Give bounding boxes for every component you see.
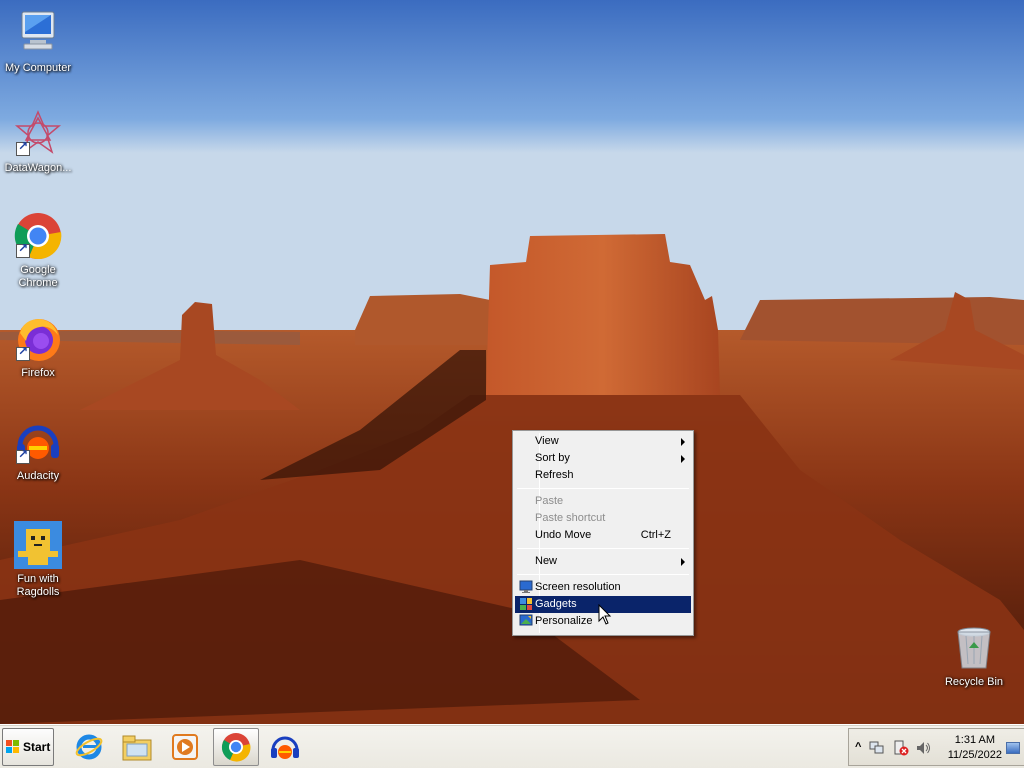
personalize-icon <box>519 614 533 626</box>
menu-item-new[interactable]: New <box>515 553 691 570</box>
shortcut-arrow-icon <box>16 140 30 156</box>
recycle-bin-icon <box>950 624 998 672</box>
desktop-icon-label: My Computer <box>4 62 72 74</box>
ragdolls-icon <box>14 521 62 569</box>
chrome-icon <box>221 733 251 762</box>
desktop-icon-recycle-bin[interactable]: Recycle Bin <box>936 624 1012 689</box>
taskbar: Start ^ 1:31 AM 11/25/2022 <box>0 724 1024 768</box>
menu-item-shortcut: Ctrl+Z <box>640 529 671 541</box>
menu-item-label: Undo Move <box>535 529 592 541</box>
menu-item-view[interactable]: View <box>515 433 691 450</box>
desktop-icon-fun-with-ragdolls[interactable]: Fun with Ragdolls <box>0 521 76 599</box>
chrome-icon <box>14 212 62 260</box>
shortcut-arrow-icon <box>16 345 30 361</box>
menu-item-label: Personalize <box>535 615 593 627</box>
clock-time: 1:31 AM <box>954 734 996 746</box>
show-desktop-button[interactable] <box>1006 742 1020 754</box>
show-hidden-icons-button[interactable]: ^ <box>855 741 861 753</box>
audacity-icon <box>271 736 299 759</box>
system-tray: ^ 1:31 AM 11/25/2022 <box>848 728 1024 766</box>
menu-item-label: View <box>535 435 559 447</box>
screen-resolution-icon <box>519 580 533 593</box>
menu-item-label: Paste <box>535 495 564 507</box>
desktop-icon-label: Recycle Bin <box>944 676 1004 688</box>
taskbar-audacity[interactable] <box>262 728 308 766</box>
menu-item-paste-shortcut[interactable]: Paste shortcut <box>515 510 691 527</box>
desktop-icon-label: DataWagon... <box>4 162 72 174</box>
datawagon-icon <box>14 110 62 158</box>
shortcut-arrow-icon <box>16 448 30 464</box>
submenu-arrow-icon <box>681 438 685 446</box>
firefox-icon <box>14 315 62 363</box>
start-label: Start <box>23 740 51 754</box>
menu-item-label: Sort by <box>535 452 570 464</box>
menu-item-label: Gadgets <box>535 598 577 610</box>
gadgets-icon <box>520 598 532 610</box>
menu-item-sort-by[interactable]: Sort by <box>515 450 691 467</box>
menu-item-paste[interactable]: Paste <box>515 493 691 510</box>
shortcut-arrow-icon <box>16 242 30 258</box>
volume-icon[interactable] <box>915 740 931 756</box>
action-center-icon[interactable] <box>893 740 909 756</box>
desktop-icon-audacity[interactable]: Audacity <box>0 418 76 483</box>
menu-item-label: Screen resolution <box>535 581 621 593</box>
desktop-icon-label: Firefox <box>21 367 55 379</box>
desktop-icon-label: Google Chrome <box>18 264 58 289</box>
desktop[interactable]: My Computer DataWagon... Google Chrome F… <box>0 0 1024 724</box>
taskbar-file-explorer[interactable] <box>114 728 160 766</box>
desktop-icon-firefox[interactable]: Firefox <box>0 315 76 380</box>
menu-separator <box>517 488 689 489</box>
start-button[interactable]: Start <box>2 728 54 766</box>
menu-item-label: Paste shortcut <box>535 512 606 524</box>
desktop-icon-label: Audacity <box>16 470 60 482</box>
network-icon[interactable] <box>869 740 885 756</box>
menu-item-refresh[interactable]: Refresh <box>515 467 691 484</box>
menu-separator <box>517 574 689 575</box>
menu-item-screen-resolution[interactable]: Screen resolution <box>515 579 691 596</box>
submenu-arrow-icon <box>681 558 685 566</box>
desktop-icon-my-computer[interactable]: My Computer <box>0 10 76 75</box>
desktop-icon-label: Fun with Ragdolls <box>16 573 60 598</box>
file-explorer-icon <box>122 735 152 761</box>
mouse-cursor-icon <box>598 604 612 625</box>
taskbar-media-player[interactable] <box>162 728 208 766</box>
audacity-icon <box>14 418 62 466</box>
windows-logo-icon <box>6 740 19 753</box>
media-player-icon <box>172 734 198 760</box>
system-clock[interactable]: 1:31 AM 11/25/2022 <box>948 733 1002 763</box>
desktop-icon-datawagon[interactable]: DataWagon... <box>0 110 76 175</box>
submenu-arrow-icon <box>681 455 685 463</box>
menu-item-label: Refresh <box>535 469 574 481</box>
menu-item-label: New <box>535 555 558 567</box>
computer-icon <box>14 10 62 58</box>
taskbar-internet-explorer[interactable] <box>66 728 112 766</box>
internet-explorer-icon <box>75 734 103 760</box>
clock-date: 11/25/2022 <box>947 749 1002 761</box>
desktop-icon-google-chrome[interactable]: Google Chrome <box>0 212 76 290</box>
menu-item-undo-move[interactable]: Undo Move Ctrl+Z <box>515 527 691 544</box>
menu-separator <box>517 548 689 549</box>
taskbar-google-chrome[interactable] <box>213 728 259 766</box>
